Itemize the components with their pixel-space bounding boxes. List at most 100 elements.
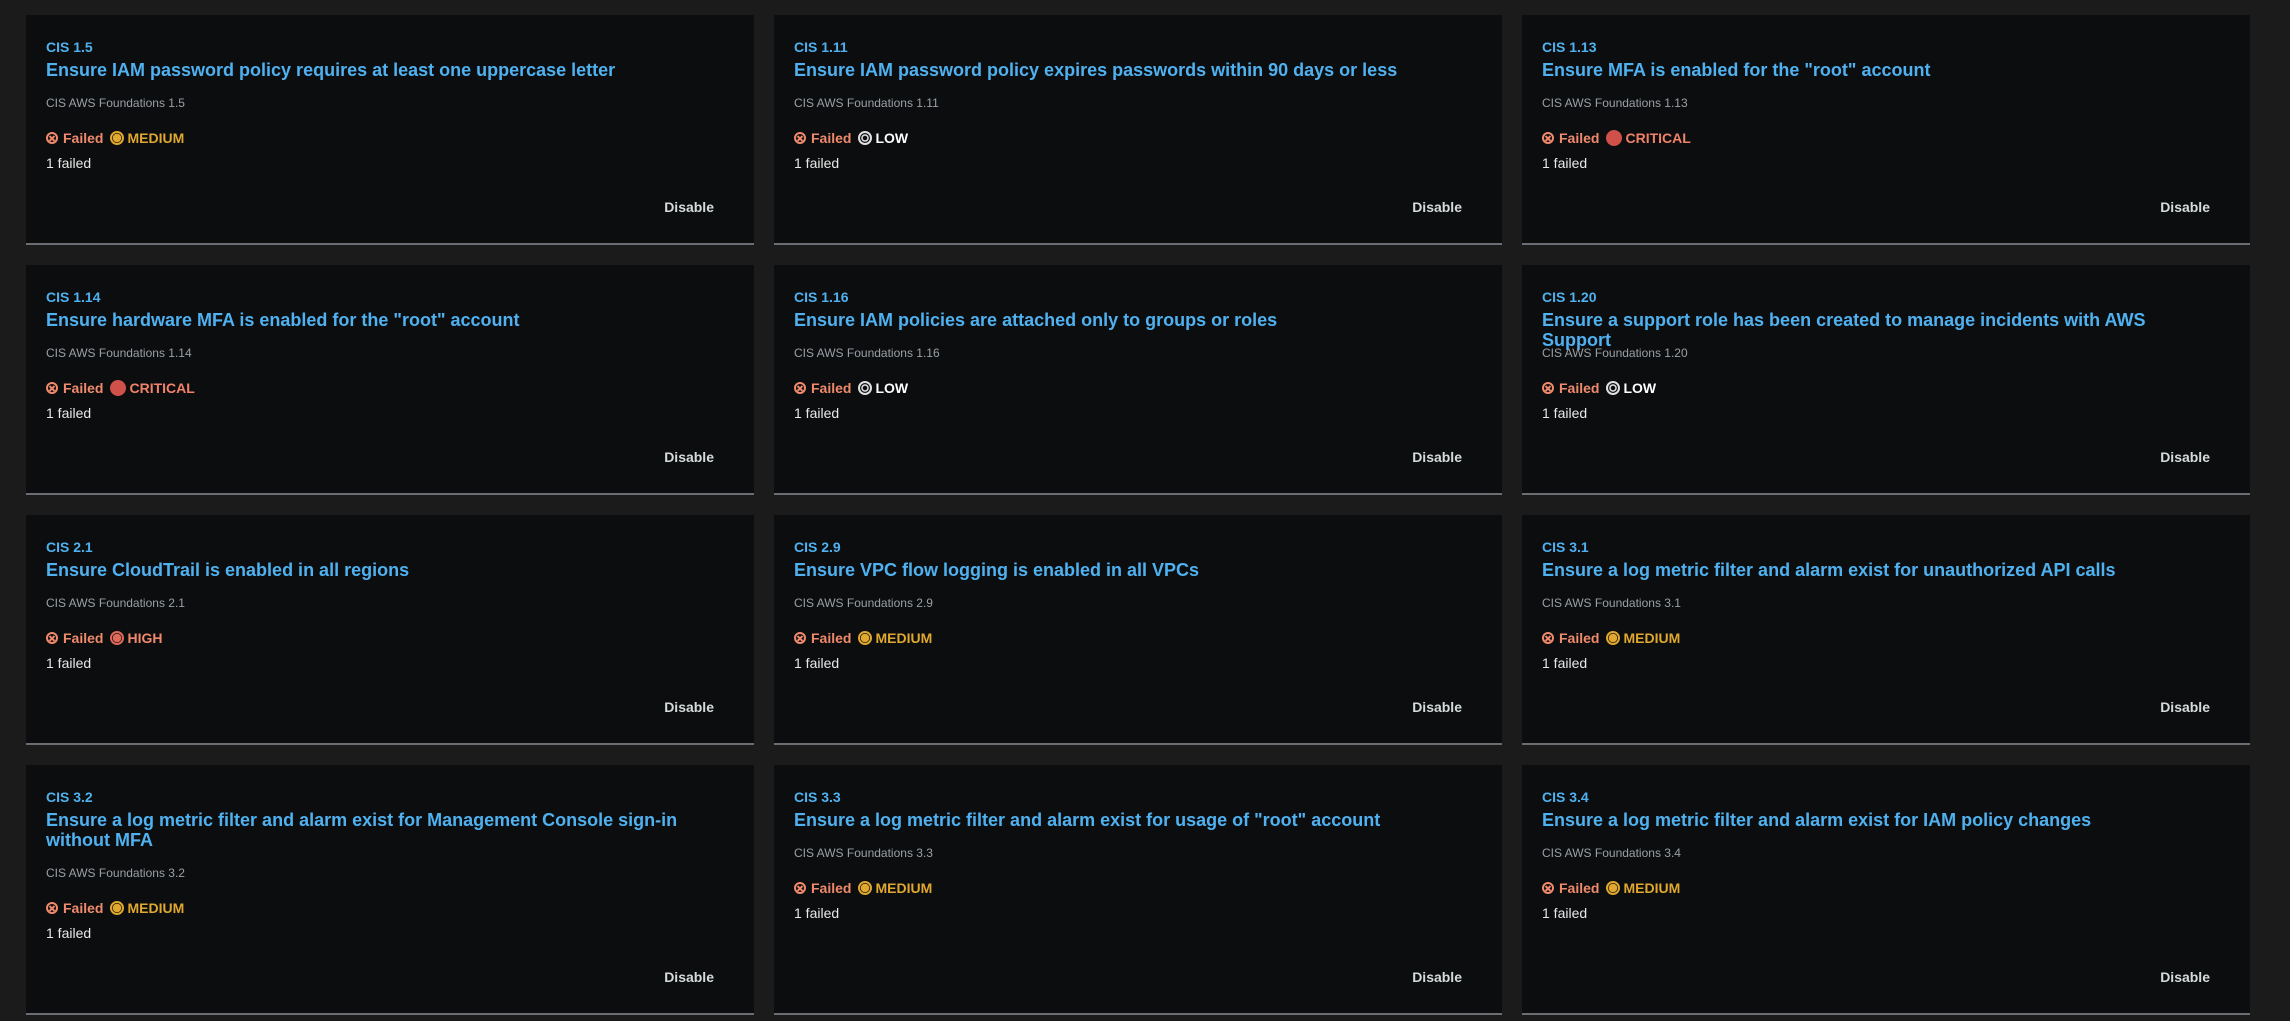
- control-card: CIS 1.14 Ensure hardware MFA is enabled …: [26, 265, 754, 495]
- control-title-link[interactable]: Ensure IAM password policy expires passw…: [794, 60, 1442, 80]
- control-id: CIS 1.5: [46, 39, 93, 55]
- x-circle-icon: [794, 382, 806, 394]
- control-card: CIS 1.11 Ensure IAM password policy expi…: [774, 15, 1502, 245]
- standard-label: CIS AWS Foundations 1.16: [794, 346, 940, 360]
- status-label: Failed: [1559, 880, 1600, 896]
- status-row: Failed LOW: [794, 130, 908, 146]
- control-title-link[interactable]: Ensure hardware MFA is enabled for the "…: [46, 310, 694, 330]
- control-title-link[interactable]: Ensure MFA is enabled for the "root" acc…: [1542, 60, 2190, 80]
- control-id: CIS 2.9: [794, 539, 841, 555]
- control-id: CIS 1.13: [1542, 39, 1597, 55]
- disable-button[interactable]: Disable: [1412, 449, 1462, 465]
- control-title-link[interactable]: Ensure CloudTrail is enabled in all regi…: [46, 560, 694, 580]
- control-card: CIS 3.4 Ensure a log metric filter and a…: [1522, 765, 2250, 1015]
- status-label: Failed: [63, 380, 104, 396]
- disable-button[interactable]: Disable: [2160, 969, 2210, 985]
- failed-count: 1 failed: [794, 655, 840, 671]
- failed-count: 1 failed: [46, 405, 92, 421]
- severity-high-icon: [110, 631, 125, 645]
- severity-badge: LOW: [858, 130, 908, 146]
- standard-label: CIS AWS Foundations 3.1: [1542, 596, 1681, 610]
- standard-label: CIS AWS Foundations 1.11: [794, 96, 939, 110]
- failed-count: 1 failed: [794, 905, 840, 921]
- x-circle-icon: [794, 132, 806, 144]
- status-label: Failed: [811, 880, 852, 896]
- control-card: CIS 2.9 Ensure VPC flow logging is enabl…: [774, 515, 1502, 745]
- severity-badge: LOW: [858, 380, 908, 396]
- control-card: CIS 3.3 Ensure a log metric filter and a…: [774, 765, 1502, 1015]
- disable-button[interactable]: Disable: [664, 969, 714, 985]
- severity-medium-icon: [858, 881, 873, 895]
- disable-button[interactable]: Disable: [2160, 699, 2210, 715]
- status-row: Failed MEDIUM: [46, 900, 184, 916]
- status-label: Failed: [811, 630, 852, 646]
- disable-button[interactable]: Disable: [664, 449, 714, 465]
- status-row: Failed LOW: [1542, 380, 1656, 396]
- status-failed: Failed: [46, 630, 103, 646]
- disable-button[interactable]: Disable: [1412, 199, 1462, 215]
- severity-label: MEDIUM: [127, 130, 185, 146]
- status-failed: Failed: [1542, 630, 1599, 646]
- disable-button[interactable]: Disable: [1412, 699, 1462, 715]
- severity-medium-icon: [1606, 881, 1621, 895]
- control-id: CIS 1.20: [1542, 289, 1597, 305]
- status-label: Failed: [1559, 380, 1600, 396]
- control-title-link[interactable]: Ensure VPC flow logging is enabled in al…: [794, 560, 1442, 580]
- severity-label: MEDIUM: [1623, 630, 1681, 646]
- failed-count: 1 failed: [794, 155, 840, 171]
- standard-label: CIS AWS Foundations 2.9: [794, 596, 933, 610]
- failed-count: 1 failed: [1542, 155, 1588, 171]
- standard-label: CIS AWS Foundations 2.1: [46, 596, 185, 610]
- status-failed: Failed: [794, 630, 851, 646]
- status-row: Failed MEDIUM: [1542, 880, 1680, 896]
- x-circle-icon: [1542, 632, 1554, 644]
- severity-badge: MEDIUM: [1606, 880, 1680, 896]
- severity-label: MEDIUM: [875, 630, 933, 646]
- failed-count: 1 failed: [46, 925, 92, 941]
- severity-low-icon: [1606, 381, 1621, 395]
- disable-button[interactable]: Disable: [664, 199, 714, 215]
- severity-badge: MEDIUM: [858, 630, 932, 646]
- severity-medium-icon: [110, 131, 125, 145]
- control-title-link[interactable]: Ensure a log metric filter and alarm exi…: [794, 810, 1442, 830]
- control-id: CIS 3.1: [1542, 539, 1589, 555]
- severity-badge: CRITICAL: [110, 380, 195, 396]
- controls-grid: CIS 1.5 Ensure IAM password policy requi…: [26, 15, 2250, 1015]
- severity-critical-icon: [110, 380, 127, 396]
- severity-label: LOW: [875, 380, 909, 396]
- x-circle-icon: [46, 902, 58, 914]
- disable-button[interactable]: Disable: [1412, 969, 1462, 985]
- status-row: Failed LOW: [794, 380, 908, 396]
- control-title-link[interactable]: Ensure a log metric filter and alarm exi…: [1542, 810, 2190, 830]
- x-circle-icon: [794, 882, 806, 894]
- status-failed: Failed: [794, 380, 851, 396]
- status-failed: Failed: [1542, 380, 1599, 396]
- control-title-link[interactable]: Ensure a log metric filter and alarm exi…: [1542, 560, 2190, 580]
- failed-count: 1 failed: [1542, 405, 1588, 421]
- standard-label: CIS AWS Foundations 1.14: [46, 346, 192, 360]
- severity-label: HIGH: [127, 630, 163, 646]
- status-row: Failed MEDIUM: [46, 130, 184, 146]
- status-failed: Failed: [1542, 130, 1599, 146]
- failed-count: 1 failed: [46, 655, 92, 671]
- severity-badge: MEDIUM: [858, 880, 932, 896]
- severity-label: CRITICAL: [129, 380, 195, 396]
- standard-label: CIS AWS Foundations 1.5: [46, 96, 185, 110]
- x-circle-icon: [1542, 132, 1554, 144]
- severity-badge: MEDIUM: [1606, 630, 1680, 646]
- severity-badge: MEDIUM: [110, 130, 184, 146]
- control-id: CIS 1.14: [46, 289, 101, 305]
- control-title-link[interactable]: Ensure IAM policies are attached only to…: [794, 310, 1442, 330]
- disable-button[interactable]: Disable: [664, 699, 714, 715]
- severity-label: MEDIUM: [1623, 880, 1681, 896]
- disable-button[interactable]: Disable: [2160, 449, 2210, 465]
- control-id: CIS 1.11: [794, 39, 848, 55]
- control-title-link[interactable]: Ensure a support role has been created t…: [1542, 310, 2190, 350]
- control-card: CIS 1.5 Ensure IAM password policy requi…: [26, 15, 754, 245]
- control-title-link[interactable]: Ensure a log metric filter and alarm exi…: [46, 810, 694, 850]
- standard-label: CIS AWS Foundations 1.13: [1542, 96, 1688, 110]
- control-id: CIS 3.2: [46, 789, 93, 805]
- severity-low-icon: [858, 381, 873, 395]
- disable-button[interactable]: Disable: [2160, 199, 2210, 215]
- control-title-link[interactable]: Ensure IAM password policy requires at l…: [46, 60, 694, 80]
